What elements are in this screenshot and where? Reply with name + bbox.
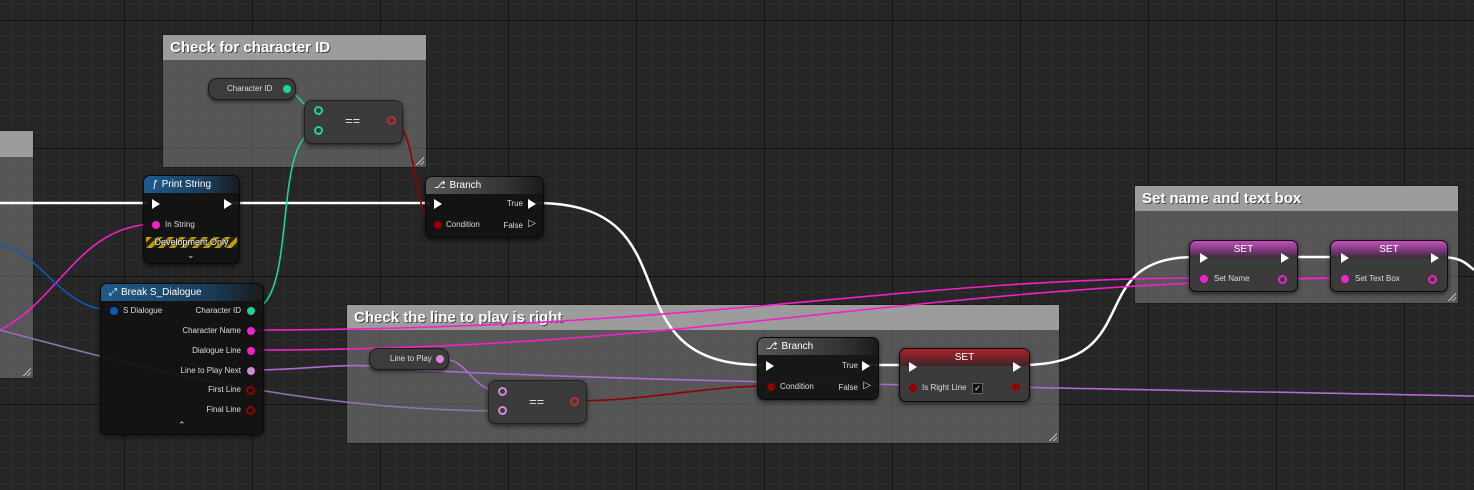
true-label: True: [506, 199, 523, 208]
true-exec-output-pin[interactable]: [862, 361, 870, 371]
line-to-play-variable[interactable]: Line to Play: [369, 348, 449, 370]
branch-icon: ⎇: [434, 180, 446, 191]
variable-label: Character ID: [227, 84, 273, 93]
node-header: SET: [900, 349, 1029, 366]
final-line-output-pin[interactable]: [246, 406, 255, 415]
string-output-pin[interactable]: [1428, 275, 1437, 284]
equals-node-line[interactable]: ==: [488, 380, 587, 424]
exec-output-pin[interactable]: [224, 199, 232, 209]
comment-title: Set name and text box: [1135, 186, 1458, 211]
equals-operator: ==: [345, 113, 361, 128]
string-input-pin[interactable]: [152, 221, 160, 229]
string-input-pin[interactable]: [1200, 275, 1208, 283]
struct-input-pin[interactable]: [110, 307, 118, 315]
node-header: ƒ Print String: [144, 176, 239, 193]
exec-input-pin[interactable]: [909, 362, 917, 372]
break-struct-icon: ⤢: [109, 287, 117, 298]
node-title: Branch: [449, 180, 482, 191]
bool-input-pin[interactable]: [909, 384, 917, 392]
bool-output-pin[interactable]: [570, 397, 579, 406]
int-input-pin-b[interactable]: [498, 406, 507, 415]
int-output-pin[interactable]: [283, 85, 291, 93]
line-to-play-next-output-pin[interactable]: [247, 367, 255, 375]
s-dialogue-label: S Dialogue: [123, 306, 163, 315]
comment-left-partial[interactable]: [0, 131, 33, 378]
resize-grip-icon[interactable]: [416, 157, 424, 165]
true-exec-output-pin[interactable]: [528, 199, 536, 209]
character-id-output-pin[interactable]: [247, 307, 255, 315]
comment-title: Check for character ID: [163, 35, 426, 60]
is-right-line-label: Is Right Line: [922, 383, 967, 392]
int-output-pin[interactable]: [436, 355, 444, 363]
int-input-pin-a[interactable]: [314, 106, 323, 115]
character-name-output-pin[interactable]: [247, 327, 255, 335]
resize-grip-icon[interactable]: [23, 368, 31, 376]
false-exec-output-pin[interactable]: ▷: [863, 380, 871, 391]
set-name-node[interactable]: SET Set Name: [1189, 240, 1298, 292]
node-header: ⎇ Branch: [426, 177, 543, 194]
exec-input-pin[interactable]: [1341, 253, 1349, 263]
final-line-output-label: Final Line: [206, 405, 241, 414]
comment-left-title-bar: [0, 131, 33, 157]
true-label: True: [841, 361, 858, 370]
exec-output-pin[interactable]: [1431, 253, 1439, 263]
equals-operator: ==: [529, 394, 545, 409]
development-only-banner: Development Only: [146, 237, 237, 248]
branch-icon: ⎇: [766, 341, 778, 352]
set-text-box-node[interactable]: SET Set Text Box: [1330, 240, 1448, 292]
function-icon: ƒ: [152, 179, 158, 190]
character-id-variable[interactable]: Character ID: [208, 78, 296, 100]
bool-output-pin[interactable]: [387, 116, 396, 125]
character-id-output-label: Character ID: [195, 306, 241, 315]
exec-input-pin[interactable]: [1200, 253, 1208, 263]
branch-node-1[interactable]: ⎇ Branch True Condition False ▷: [425, 176, 544, 238]
print-string-node[interactable]: ƒ Print String In String Development Only…: [143, 175, 240, 264]
in-string-label: In String: [165, 220, 195, 229]
node-header: ⤢ Break S_Dialogue: [101, 284, 263, 301]
expand-chevron-icon[interactable]: ⌄: [187, 250, 195, 261]
node-title: Branch: [781, 341, 814, 352]
dialogue-line-output-pin[interactable]: [247, 347, 255, 355]
int-input-pin-b[interactable]: [314, 126, 323, 135]
exec-input-pin[interactable]: [152, 199, 160, 209]
false-exec-output-pin[interactable]: ▷: [528, 218, 536, 229]
is-right-line-checkbox[interactable]: ✓: [972, 383, 983, 394]
set-name-label: Set Name: [1214, 274, 1250, 283]
variable-label: Line to Play: [390, 354, 432, 363]
false-label: False: [838, 383, 858, 392]
node-header: ⎇ Branch: [758, 338, 878, 355]
exec-input-pin[interactable]: [766, 361, 774, 371]
exec-output-pin[interactable]: [1013, 362, 1021, 372]
first-line-output-label: First Line: [208, 385, 241, 394]
exec-input-pin[interactable]: [434, 199, 442, 209]
false-label: False: [503, 221, 523, 230]
string-output-pin[interactable]: [1278, 275, 1287, 284]
resize-grip-icon[interactable]: [1049, 433, 1057, 441]
node-title: Break S_Dialogue: [121, 287, 202, 298]
int-input-pin-a[interactable]: [498, 387, 507, 396]
condition-input-pin[interactable]: [767, 383, 775, 391]
resize-grip-icon[interactable]: [1448, 293, 1456, 301]
break-s-dialogue-node[interactable]: ⤢ Break S_Dialogue S Dialogue Character I…: [100, 283, 264, 435]
first-line-output-pin[interactable]: [246, 386, 255, 395]
branch-node-2[interactable]: ⎇ Branch True Condition False ▷: [757, 337, 879, 400]
node-title: Print String: [161, 179, 212, 190]
comment-title: Check the line to play is right: [347, 305, 1059, 330]
exec-output-pin[interactable]: [1281, 253, 1289, 263]
string-input-pin[interactable]: [1341, 275, 1349, 283]
dialogue-line-output-label: Dialogue Line: [192, 346, 241, 355]
set-text-box-label: Set Text Box: [1355, 274, 1400, 283]
line-to-play-next-output-label: Line to Play Next: [180, 366, 241, 375]
character-name-output-label: Character Name: [182, 326, 241, 335]
bool-output-pin[interactable]: [1012, 383, 1020, 391]
set-is-right-line-node[interactable]: SET Is Right Line ✓: [899, 348, 1030, 402]
condition-label: Condition: [780, 382, 814, 391]
equals-node-character[interactable]: ==: [304, 100, 403, 144]
condition-input-pin[interactable]: [434, 221, 442, 229]
condition-label: Condition: [446, 220, 480, 229]
collapse-chevron-icon[interactable]: ⌃: [178, 420, 186, 431]
